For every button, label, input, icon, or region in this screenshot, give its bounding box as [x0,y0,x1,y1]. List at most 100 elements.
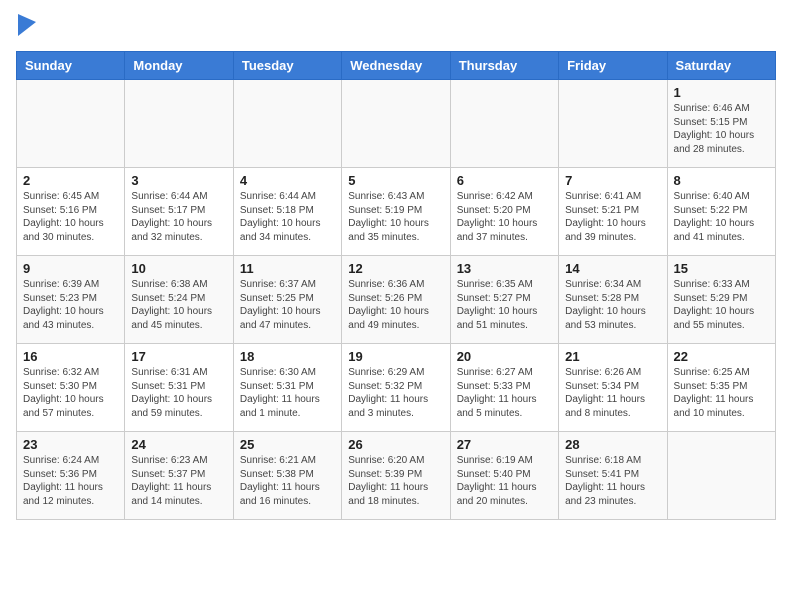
day-info: Sunrise: 6:30 AM Sunset: 5:31 PM Dayligh… [240,366,335,420]
day-info: Sunrise: 6:18 AM Sunset: 5:41 PM Dayligh… [565,454,660,508]
day-info: Sunrise: 6:31 AM Sunset: 5:31 PM Dayligh… [131,366,226,420]
calendar-cell: 15 Sunrise: 6:33 AM Sunset: 5:29 PM Dayli… [667,256,775,344]
day-number: 20 [457,349,552,364]
day-number: 18 [240,349,335,364]
day-number: 10 [131,261,226,276]
calendar-cell [233,80,341,168]
calendar-cell: 3 Sunrise: 6:44 AM Sunset: 5:17 PM Daylig… [125,168,233,256]
day-of-week-header: Saturday [667,52,775,80]
day-number: 27 [457,437,552,452]
calendar-cell: 27 Sunrise: 6:19 AM Sunset: 5:40 PM Dayli… [450,432,558,520]
calendar-week-row: 2 Sunrise: 6:45 AM Sunset: 5:16 PM Daylig… [17,168,776,256]
day-info: Sunrise: 6:40 AM Sunset: 5:22 PM Dayligh… [674,190,769,244]
calendar-cell: 18 Sunrise: 6:30 AM Sunset: 5:31 PM Dayli… [233,344,341,432]
calendar-header: SundayMondayTuesdayWednesdayThursdayFrid… [17,52,776,80]
calendar-cell: 7 Sunrise: 6:41 AM Sunset: 5:21 PM Daylig… [559,168,667,256]
calendar-cell: 2 Sunrise: 6:45 AM Sunset: 5:16 PM Daylig… [17,168,125,256]
day-of-week-header: Monday [125,52,233,80]
calendar-cell: 24 Sunrise: 6:23 AM Sunset: 5:37 PM Dayli… [125,432,233,520]
day-info: Sunrise: 6:27 AM Sunset: 5:33 PM Dayligh… [457,366,552,420]
logo [16,16,36,43]
calendar-cell: 16 Sunrise: 6:32 AM Sunset: 5:30 PM Dayli… [17,344,125,432]
day-info: Sunrise: 6:36 AM Sunset: 5:26 PM Dayligh… [348,278,443,332]
calendar-cell: 12 Sunrise: 6:36 AM Sunset: 5:26 PM Dayli… [342,256,450,344]
calendar-cell: 14 Sunrise: 6:34 AM Sunset: 5:28 PM Dayli… [559,256,667,344]
day-info: Sunrise: 6:23 AM Sunset: 5:37 PM Dayligh… [131,454,226,508]
calendar-cell: 26 Sunrise: 6:20 AM Sunset: 5:39 PM Dayli… [342,432,450,520]
day-number: 28 [565,437,660,452]
calendar-cell: 21Sunrise: 6:26 AM Sunset: 5:34 PM Dayli… [559,344,667,432]
calendar-cell: 22 Sunrise: 6:25 AM Sunset: 5:35 PM Dayli… [667,344,775,432]
day-info: Sunrise: 6:33 AM Sunset: 5:29 PM Dayligh… [674,278,769,332]
day-info: Sunrise: 6:19 AM Sunset: 5:40 PM Dayligh… [457,454,552,508]
day-number: 24 [131,437,226,452]
day-number: 8 [674,173,769,188]
day-info: Sunrise: 6:38 AM Sunset: 5:24 PM Dayligh… [131,278,226,332]
page-header [16,16,776,43]
day-info: Sunrise: 6:44 AM Sunset: 5:18 PM Dayligh… [240,190,335,244]
calendar-cell: 25 Sunrise: 6:21 AM Sunset: 5:38 PM Dayli… [233,432,341,520]
day-number: 14 [565,261,660,276]
day-info: Sunrise: 6:37 AM Sunset: 5:25 PM Dayligh… [240,278,335,332]
calendar-cell: 10 Sunrise: 6:38 AM Sunset: 5:24 PM Dayli… [125,256,233,344]
calendar-cell: 19 Sunrise: 6:29 AM Sunset: 5:32 PM Dayli… [342,344,450,432]
calendar-cell: 1 Sunrise: 6:46 AM Sunset: 5:15 PM Daylig… [667,80,775,168]
day-number: 2 [23,173,118,188]
calendar-cell [17,80,125,168]
calendar-cell: 23 Sunrise: 6:24 AM Sunset: 5:36 PM Dayli… [17,432,125,520]
calendar-week-row: 9 Sunrise: 6:39 AM Sunset: 5:23 PM Daylig… [17,256,776,344]
day-number: 23 [23,437,118,452]
calendar-week-row: 23 Sunrise: 6:24 AM Sunset: 5:36 PM Dayli… [17,432,776,520]
calendar-cell: 4 Sunrise: 6:44 AM Sunset: 5:18 PM Daylig… [233,168,341,256]
day-number: 4 [240,173,335,188]
day-number: 12 [348,261,443,276]
day-number: 25 [240,437,335,452]
day-info: Sunrise: 6:32 AM Sunset: 5:30 PM Dayligh… [23,366,118,420]
day-info: Sunrise: 6:45 AM Sunset: 5:16 PM Dayligh… [23,190,118,244]
day-of-week-header: Friday [559,52,667,80]
day-number: 21 [565,349,660,364]
day-info: Sunrise: 6:20 AM Sunset: 5:39 PM Dayligh… [348,454,443,508]
day-number: 17 [131,349,226,364]
day-number: 9 [23,261,118,276]
calendar-cell: 8 Sunrise: 6:40 AM Sunset: 5:22 PM Daylig… [667,168,775,256]
calendar-week-row: 16 Sunrise: 6:32 AM Sunset: 5:30 PM Dayli… [17,344,776,432]
day-info: Sunrise: 6:43 AM Sunset: 5:19 PM Dayligh… [348,190,443,244]
day-info: Sunrise: 6:24 AM Sunset: 5:36 PM Dayligh… [23,454,118,508]
day-number: 5 [348,173,443,188]
day-info: Sunrise: 6:46 AM Sunset: 5:15 PM Dayligh… [674,102,769,156]
calendar-cell: 11Sunrise: 6:37 AM Sunset: 5:25 PM Dayli… [233,256,341,344]
day-info: Sunrise: 6:41 AM Sunset: 5:21 PM Dayligh… [565,190,660,244]
calendar-cell: 20 Sunrise: 6:27 AM Sunset: 5:33 PM Dayli… [450,344,558,432]
day-info: Sunrise: 6:25 AM Sunset: 5:35 PM Dayligh… [674,366,769,420]
logo-text [16,16,36,43]
day-number: 7 [565,173,660,188]
calendar-cell: 9 Sunrise: 6:39 AM Sunset: 5:23 PM Daylig… [17,256,125,344]
day-of-week-header: Thursday [450,52,558,80]
day-number: 22 [674,349,769,364]
day-number: 26 [348,437,443,452]
logo-icon [18,14,36,36]
calendar-cell [667,432,775,520]
day-number: 16 [23,349,118,364]
day-of-week-header: Tuesday [233,52,341,80]
calendar-cell [450,80,558,168]
day-info: Sunrise: 6:35 AM Sunset: 5:27 PM Dayligh… [457,278,552,332]
calendar-week-row: 1 Sunrise: 6:46 AM Sunset: 5:15 PM Daylig… [17,80,776,168]
calendar-cell: 5 Sunrise: 6:43 AM Sunset: 5:19 PM Daylig… [342,168,450,256]
day-info: Sunrise: 6:39 AM Sunset: 5:23 PM Dayligh… [23,278,118,332]
day-number: 3 [131,173,226,188]
day-info: Sunrise: 6:21 AM Sunset: 5:38 PM Dayligh… [240,454,335,508]
day-number: 1 [674,85,769,100]
day-info: Sunrise: 6:44 AM Sunset: 5:17 PM Dayligh… [131,190,226,244]
day-number: 19 [348,349,443,364]
calendar-cell: 6Sunrise: 6:42 AM Sunset: 5:20 PM Daylig… [450,168,558,256]
day-of-week-header: Wednesday [342,52,450,80]
calendar-cell [342,80,450,168]
day-info: Sunrise: 6:29 AM Sunset: 5:32 PM Dayligh… [348,366,443,420]
day-info: Sunrise: 6:34 AM Sunset: 5:28 PM Dayligh… [565,278,660,332]
calendar-cell: 13Sunrise: 6:35 AM Sunset: 5:27 PM Dayli… [450,256,558,344]
calendar-cell: 17 Sunrise: 6:31 AM Sunset: 5:31 PM Dayli… [125,344,233,432]
day-number: 15 [674,261,769,276]
calendar-cell [559,80,667,168]
